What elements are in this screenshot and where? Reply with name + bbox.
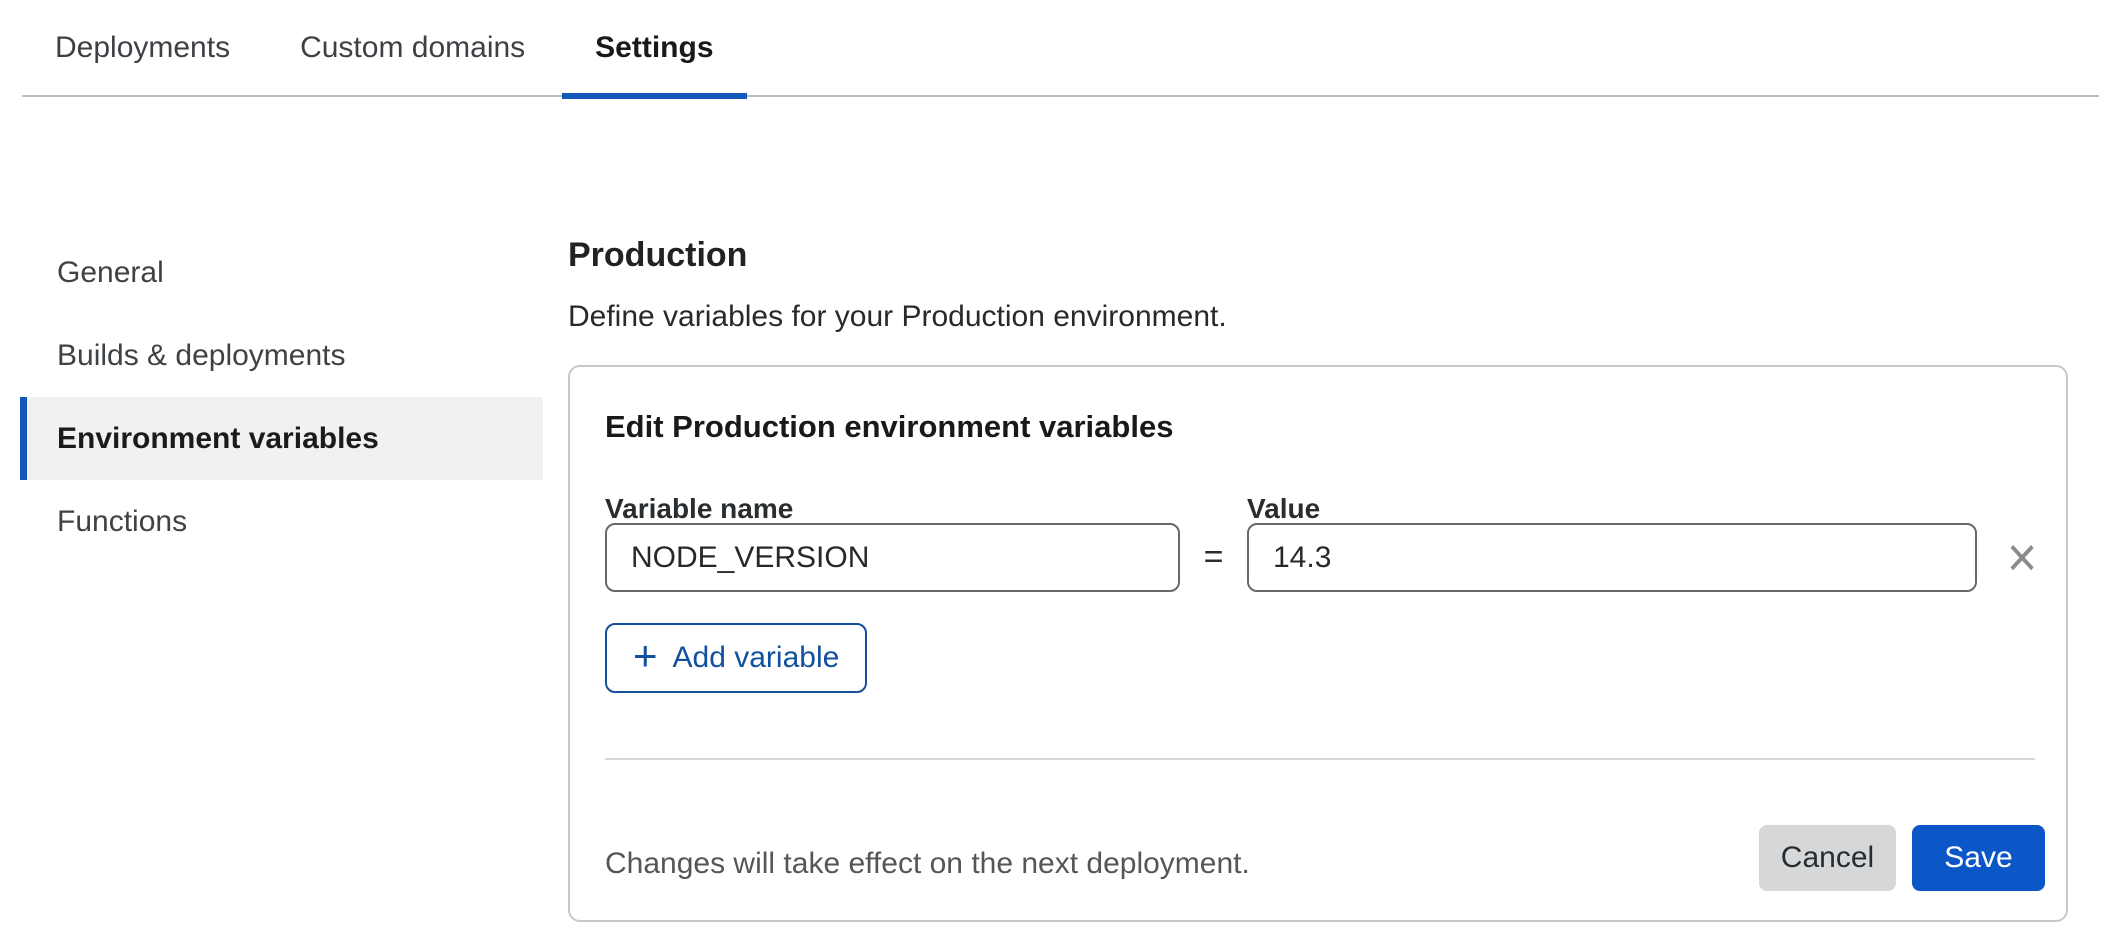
save-button[interactable]: Save [1912, 825, 2045, 891]
tab-settings[interactable]: Settings [562, 0, 746, 95]
tab-bar: Deployments Custom domains Settings [22, 0, 2099, 97]
card-divider [605, 758, 2035, 760]
variable-name-label: Variable name [605, 493, 793, 525]
value-label: Value [1247, 493, 1320, 525]
equals-sign: = [1182, 523, 1245, 592]
cancel-button[interactable]: Cancel [1759, 825, 1896, 891]
variable-name-input[interactable] [605, 523, 1180, 592]
variable-value-input[interactable] [1247, 523, 1977, 592]
close-icon: × [2007, 529, 2037, 585]
tab-deployments[interactable]: Deployments [22, 0, 263, 95]
sidebar-item-general[interactable]: General [20, 231, 543, 314]
add-variable-button[interactable]: + Add variable [605, 623, 867, 693]
sidebar-item-functions[interactable]: Functions [20, 480, 543, 563]
deployment-note: Changes will take effect on the next dep… [605, 847, 1250, 881]
sidebar-item-builds-deployments[interactable]: Builds & deployments [20, 314, 543, 397]
page-description: Define variables for your Production env… [568, 300, 1227, 334]
settings-sidebar: General Builds & deployments Environment… [20, 231, 543, 563]
plus-icon: + [633, 635, 658, 677]
environment-variables-card: Edit Production environment variables Va… [568, 365, 2068, 922]
sidebar-item-environment-variables[interactable]: Environment variables [20, 397, 543, 480]
page-title: Production [568, 236, 747, 275]
remove-variable-button[interactable]: × [1990, 523, 2054, 592]
card-title: Edit Production environment variables [605, 409, 1173, 445]
tab-custom-domains[interactable]: Custom domains [267, 0, 558, 95]
add-variable-label: Add variable [673, 641, 840, 675]
